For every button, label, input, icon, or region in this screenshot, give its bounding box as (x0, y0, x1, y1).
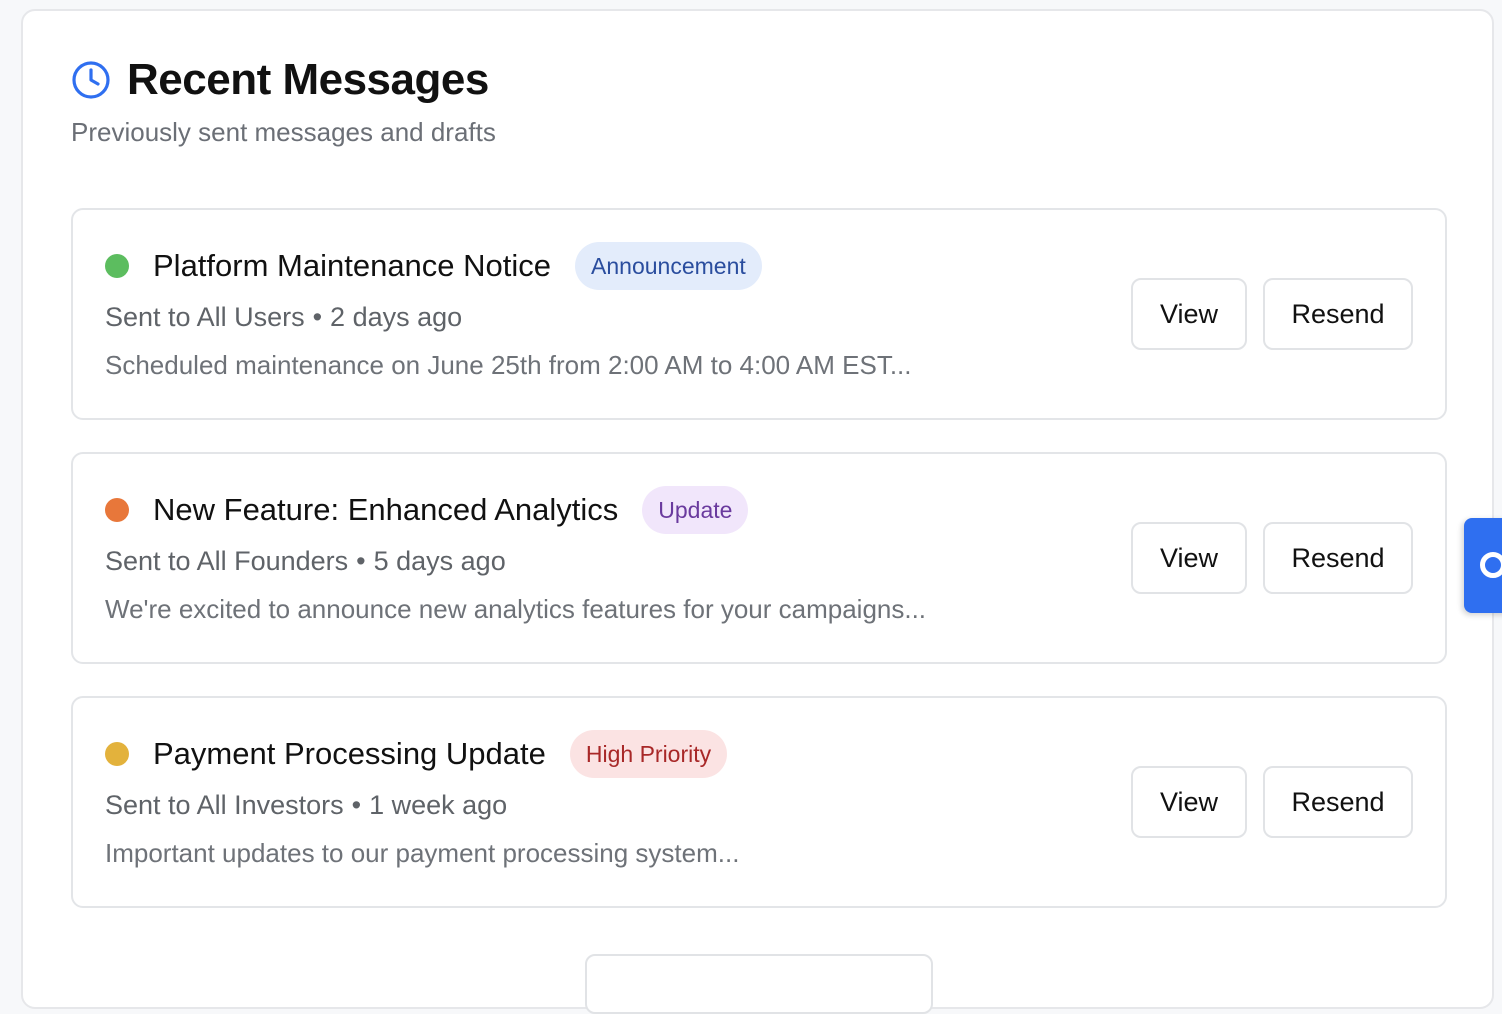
message-title-line: New Feature: Enhanced Analytics Update (105, 486, 749, 534)
view-button[interactable]: View (1131, 766, 1247, 838)
side-widget-tab[interactable] (1464, 518, 1502, 613)
page-subtitle: Previously sent messages and drafts (71, 117, 496, 147)
message-recipients: Sent to All Investors (105, 790, 344, 820)
message-card: Payment Processing Update High Priority … (71, 696, 1447, 908)
message-time: 2 days ago (330, 302, 463, 332)
message-card: New Feature: Enhanced Analytics Update S… (71, 452, 1447, 664)
meta-separator: • (312, 302, 323, 332)
load-more-button[interactable] (585, 954, 933, 1014)
message-title: New Feature: Enhanced Analytics (153, 492, 619, 527)
view-button[interactable]: View (1131, 278, 1247, 350)
panel-header: Recent Messages Previously sent messages… (71, 55, 496, 148)
message-time: 5 days ago (373, 546, 506, 576)
message-recipients: Sent to All Users (105, 302, 305, 332)
message-meta: Sent to All Investors • 1 week ago (105, 790, 507, 821)
message-time: 1 week ago (369, 790, 508, 820)
widget-ring-icon (1480, 552, 1502, 578)
message-title: Platform Maintenance Notice (153, 248, 552, 283)
category-badge: Announcement (575, 242, 762, 290)
resend-button[interactable]: Resend (1263, 522, 1413, 594)
title-row: Recent Messages (71, 55, 496, 105)
message-preview: Scheduled maintenance on June 25th from … (105, 350, 912, 380)
recent-messages-panel: Recent Messages Previously sent messages… (21, 9, 1494, 1014)
page-title: Recent Messages (127, 55, 489, 104)
message-title: Payment Processing Update (153, 736, 546, 771)
message-title-line: Payment Processing Update High Priority (105, 730, 728, 778)
message-recipients: Sent to All Founders (105, 546, 349, 576)
resend-button[interactable]: Resend (1263, 766, 1413, 838)
message-meta: Sent to All Founders • 5 days ago (105, 546, 506, 577)
view-button[interactable]: View (1131, 522, 1247, 594)
message-preview: Important updates to our payment process… (105, 838, 740, 868)
message-preview: We're excited to announce new analytics … (105, 594, 927, 624)
category-badge: Update (642, 486, 749, 534)
resend-button[interactable]: Resend (1263, 278, 1413, 350)
message-meta: Sent to All Users • 2 days ago (105, 302, 462, 333)
message-title-line: Platform Maintenance Notice Announcement (105, 242, 762, 290)
clock-icon (71, 60, 111, 100)
meta-separator: • (351, 790, 362, 820)
message-card: Platform Maintenance Notice Announcement… (71, 208, 1447, 420)
category-badge: High Priority (569, 730, 728, 778)
status-dot (105, 742, 129, 766)
status-dot (105, 254, 129, 278)
status-dot (105, 498, 129, 522)
meta-separator: • (356, 546, 366, 576)
